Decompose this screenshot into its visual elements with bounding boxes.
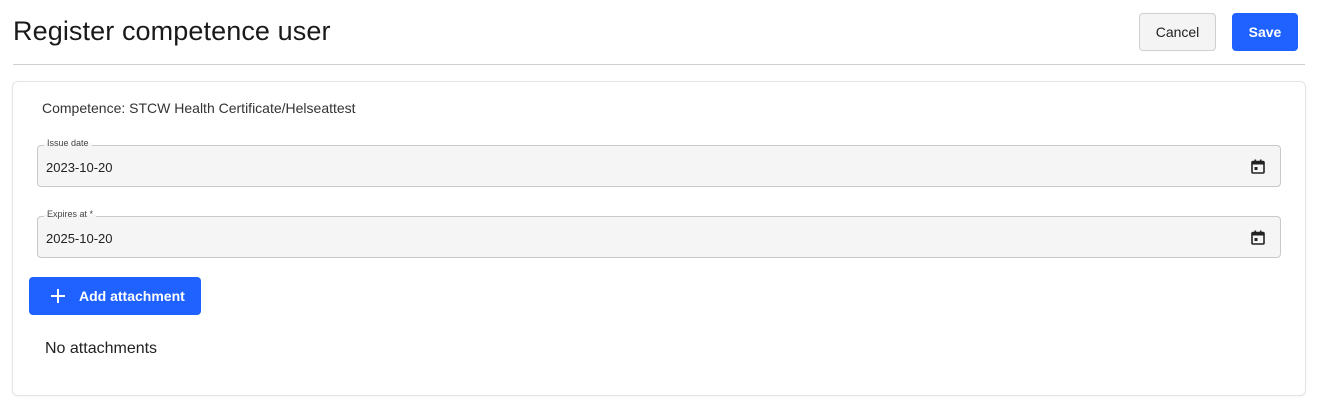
expires-at-label: Expires at * bbox=[44, 208, 97, 220]
issue-date-field[interactable]: Issue date 2023-10-20 bbox=[37, 137, 1281, 187]
plus-icon bbox=[51, 289, 65, 303]
page-title: Register competence user bbox=[13, 16, 331, 46]
competence-form-card: Competence: STCW Health Certificate/Hels… bbox=[12, 81, 1306, 396]
add-attachment-button[interactable]: Add attachment bbox=[29, 277, 201, 315]
cancel-button[interactable]: Cancel bbox=[1139, 13, 1216, 51]
save-button[interactable]: Save bbox=[1232, 13, 1298, 51]
add-attachment-label: Add attachment bbox=[79, 288, 185, 304]
no-attachments-text: No attachments bbox=[45, 340, 158, 357]
calendar-icon[interactable] bbox=[1251, 230, 1265, 245]
page-header: Register competence user Cancel Save bbox=[13, 0, 1305, 65]
issue-date-label: Issue date bbox=[44, 137, 92, 149]
issue-date-value: 2023-10-20 bbox=[46, 160, 113, 175]
calendar-icon[interactable] bbox=[1251, 159, 1265, 174]
expires-at-field[interactable]: Expires at * 2025-10-20 bbox=[37, 208, 1281, 258]
expires-at-value: 2025-10-20 bbox=[46, 231, 113, 246]
competence-text: Competence: STCW Health Certificate/Hels… bbox=[42, 100, 356, 116]
